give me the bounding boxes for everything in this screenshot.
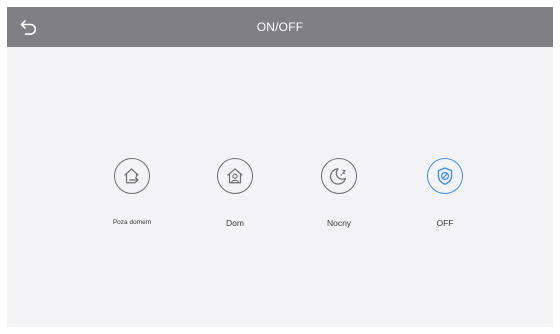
mode-away-label: Poza domem: [112, 219, 152, 226]
screen: ON/OFF Poza domem Dom Nocny OFF: [7, 7, 553, 327]
header-bar: ON/OFF: [7, 7, 553, 47]
mode-night-circle: [321, 158, 357, 194]
shield-off-icon: [437, 167, 453, 185]
mode-off-label: OFF: [436, 218, 454, 228]
back-arrow-icon: [20, 20, 37, 35]
mode-night-label: Nocny: [326, 218, 352, 228]
mode-home-label: Dom: [226, 218, 244, 228]
page-title: ON/OFF: [256, 20, 304, 34]
mode-home-circle: [217, 158, 253, 194]
house-person-icon: [227, 168, 243, 184]
moon-sleep-icon: [329, 168, 347, 185]
mode-off-circle: [427, 158, 463, 194]
back-button[interactable]: [13, 11, 45, 43]
house-exit-icon: [124, 168, 139, 184]
mode-away-circle: [114, 158, 150, 194]
